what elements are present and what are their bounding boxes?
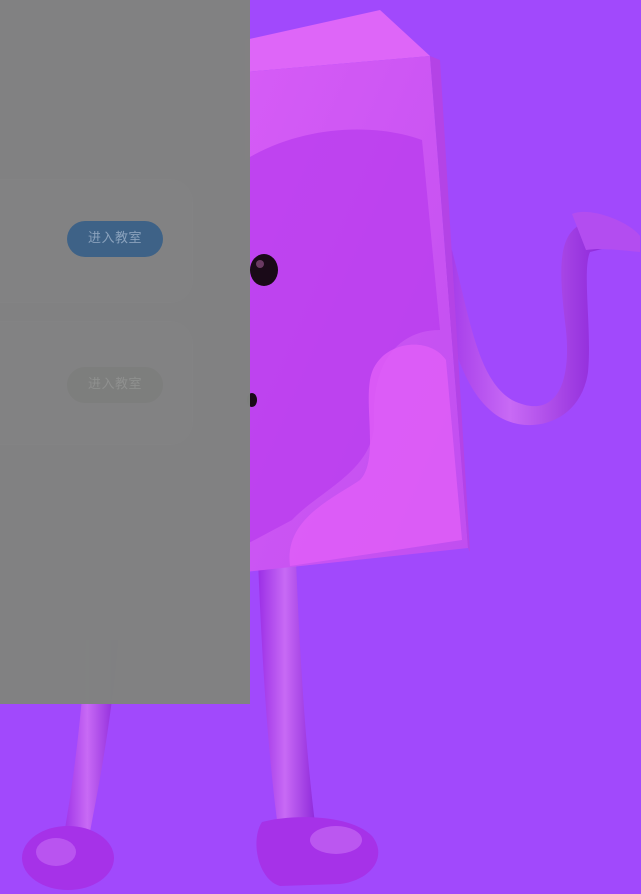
classroom-card: 进入教室 <box>0 180 192 302</box>
modal-overlay-panel: 进入教室 进入教室 <box>0 0 250 704</box>
right-foot-shine <box>310 826 362 854</box>
right-foot <box>256 817 379 886</box>
classroom-card: 进入教室 <box>0 322 192 444</box>
right-leg <box>258 560 318 846</box>
enter-classroom-button[interactable]: 进入教室 <box>67 221 163 257</box>
enter-classroom-button-disabled[interactable]: 进入教室 <box>67 367 163 403</box>
left-foot-shine <box>36 838 76 866</box>
app-screen: 进入教室 进入教室 <box>0 0 641 894</box>
eye-shine-icon <box>256 260 264 268</box>
eye-icon <box>250 254 278 286</box>
